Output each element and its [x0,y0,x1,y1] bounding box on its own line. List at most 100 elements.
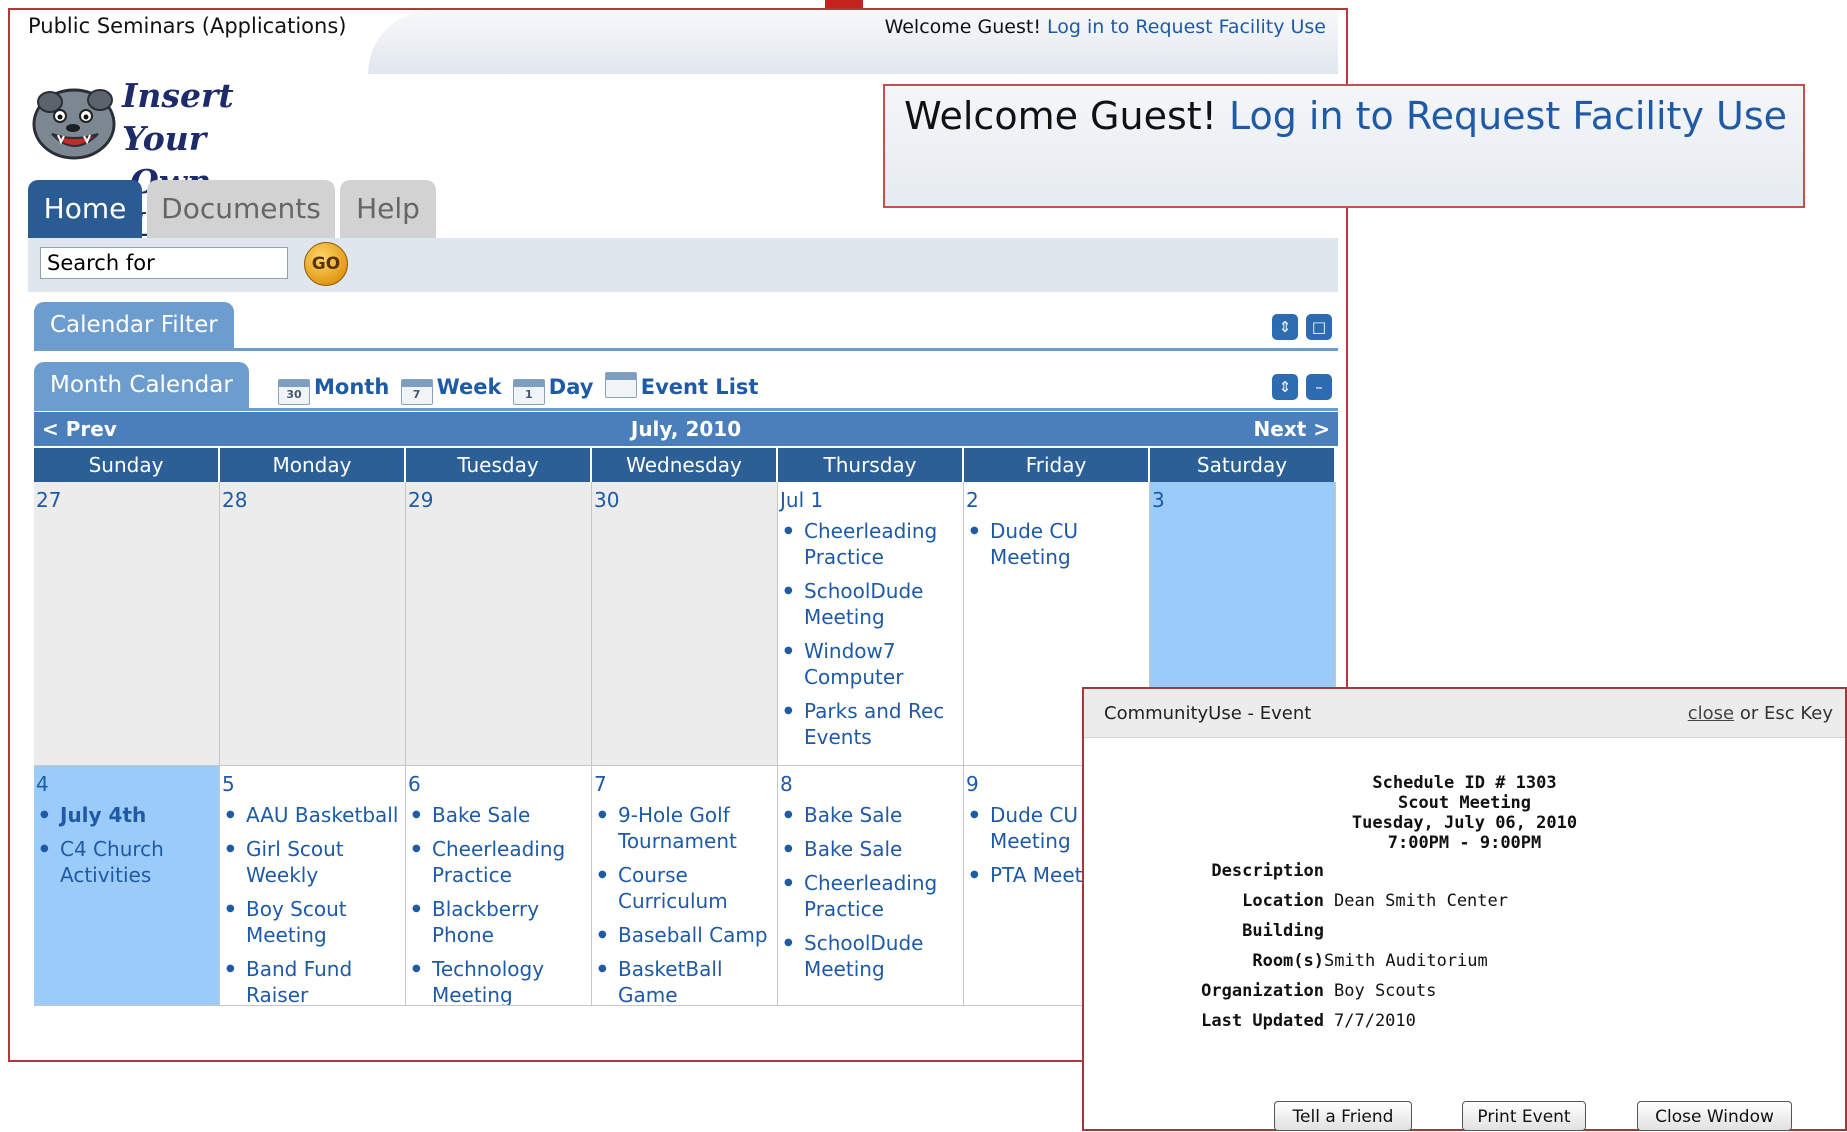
calendar-event-link[interactable]: Cheerleading Practice [780,518,961,570]
calendar-day-cell[interactable]: 29 [406,482,592,766]
day-number[interactable]: 7 [594,772,775,796]
view-day-link[interactable]: 1 Day [512,375,594,405]
calendar-filter-bar: Calendar Filter ⇕ □ [34,302,1338,351]
calendar-event-link[interactable]: 9-Hole Golf Tournament [594,802,775,854]
calendar-event-link[interactable]: Boy Scout Meeting [222,896,403,948]
weekday-friday: Friday [964,448,1150,482]
calendar-event-link[interactable]: SchoolDude Meeting [780,578,961,630]
event-time: 7:00PM - 9:00PM [1387,833,1542,853]
view-month-link[interactable]: 30 Month [278,375,389,405]
month-navigation: < Prev July, 2010 Next > [34,412,1338,446]
detail-row: Last Updated 7/7/2010 [1164,1011,1508,1041]
day-number[interactable]: 28 [222,488,403,512]
event-list: AAU Basketball Girl Scout Weekly Boy Scout… [222,802,403,1005]
welcome-text-large: Welcome Guest! [904,94,1217,138]
view-event-list-label: Event List [640,375,759,399]
print-event-button[interactable]: Print Event [1462,1101,1586,1131]
minimize-icon[interactable]: – [1306,374,1332,400]
calendar-day-cell[interactable]: 4 July 4th C4 Church Activities [34,766,220,1006]
collapse-toggle-icon[interactable]: ⇕ [1272,374,1298,400]
popup-header: CommunityUse - Event close or Esc Key [1084,689,1845,738]
calendar-event-link[interactable]: Band Fund Raiser [222,956,403,1005]
tab-documents[interactable]: Documents [147,180,335,238]
event-date: Tuesday, July 06, 2010 [1351,813,1578,833]
day-number[interactable]: 2 [966,488,1147,512]
calendar-month-icon: 30 [278,379,310,405]
calendar-event-link[interactable]: Bake Sale [408,802,589,828]
maximize-icon[interactable]: □ [1306,314,1332,340]
detail-row: Room(s) Smith Auditorium [1164,951,1508,981]
calendar-event-link[interactable]: Cheerleading Practice [408,836,589,888]
weekday-header: Sunday Monday Tuesday Wednesday Thursday… [34,448,1338,482]
calendar-day-cell[interactable]: 28 [220,482,406,766]
view-links: 30 Month 7 Week 1 Day Event List [278,372,762,405]
day-number[interactable]: 27 [36,488,217,512]
event-list: Cheerleading Practice SchoolDude Meeting W… [780,518,961,750]
day-number[interactable]: 6 [408,772,589,796]
login-link-large[interactable]: Log in to Request Facility Use [1229,94,1787,138]
detail-label: Room(s) [1252,951,1324,971]
calendar-day-cell[interactable]: 5 AAU Basketball Girl Scout Weekly Boy Scou… [220,766,406,1006]
calendar-event-link[interactable]: Parks and Rec Events [780,698,961,750]
calendar-filter-tab[interactable]: Calendar Filter [34,302,234,348]
tell-a-friend-button[interactable]: Tell a Friend [1274,1101,1412,1131]
app-title: Public Seminars (Applications) [28,14,347,38]
day-number[interactable]: 4 [36,772,217,796]
weekday-sunday: Sunday [34,448,220,482]
popup-close-hint: or Esc Key [1734,703,1833,724]
day-number[interactable]: 3 [1152,488,1333,512]
calendar-event-link[interactable]: Girl Scout Weekly [222,836,403,888]
calendar-event-link[interactable]: Technology Meeting [408,956,589,1005]
calendar-event-link[interactable]: Course Curriculum [594,862,775,914]
calendar-event-link[interactable]: Bake Sale [780,836,961,862]
detail-label: Organization [1201,981,1324,1001]
day-number[interactable]: 30 [594,488,775,512]
popup-close-link[interactable]: close [1688,703,1734,724]
login-link[interactable]: Log in to Request Facility Use [1047,16,1326,38]
search-input[interactable] [40,247,288,279]
weekday-monday: Monday [220,448,406,482]
detail-row: Building [1164,921,1508,951]
calendar-event-link[interactable]: Blackberry Phone [408,896,589,948]
calendar-event-link[interactable]: Window7 Computer [780,638,961,690]
calendar-event-link[interactable]: Baseball Camp [594,922,775,948]
tab-home[interactable]: Home [28,180,142,238]
calendar-event-link[interactable]: Dude CU Meeting [966,518,1147,570]
weekday-wednesday: Wednesday [592,448,778,482]
calendar-day-cell[interactable]: 8 Bake Sale Bake Sale Cheerleading Practice… [778,766,964,1006]
day-number[interactable]: 8 [780,772,961,796]
calendar-event-link[interactable]: Cheerleading Practice [780,870,961,922]
calendar-day-cell[interactable]: 7 9-Hole Golf Tournament Course Curriculum… [592,766,778,1006]
close-window-button[interactable]: Close Window [1637,1101,1792,1131]
detail-row: Location Dean Smith Center [1164,891,1508,921]
next-month-link[interactable]: Next > [1254,412,1330,446]
welcome-callout-text: Welcome Guest! Log in to Request Facilit… [904,94,1787,138]
go-button[interactable]: GO [304,242,348,286]
collapse-toggle-icon[interactable]: ⇕ [1272,314,1298,340]
weekday-tuesday: Tuesday [406,448,592,482]
logo: Insert Your Own Logo [28,72,278,244]
calendar-event-link[interactable]: SchoolDude Meeting [780,930,961,982]
day-number[interactable]: Jul 1 [780,488,961,512]
calendar-event-link[interactable]: BasketBall Game [594,956,775,1005]
day-number[interactable]: 29 [408,488,589,512]
calendar-day-cell[interactable]: 27 [34,482,220,766]
calendar-day-cell[interactable]: 30 [592,482,778,766]
calendar-day-cell[interactable]: 6 Bake Sale Cheerleading Practice Blackberr… [406,766,592,1006]
detail-row: Organization Boy Scouts [1164,981,1508,1011]
calendar-event-link[interactable]: AAU Basketball [222,802,403,828]
view-event-list-link[interactable]: Event List [604,372,759,399]
event-popup: CommunityUse - Event close or Esc Key Sc… [1082,687,1847,1131]
calendar-day-cell[interactable]: Jul 1 Cheerleading Practice SchoolDude Mee… [778,482,964,766]
tab-help[interactable]: Help [340,180,436,238]
calendar-event-link[interactable]: Bake Sale [780,802,961,828]
detail-value: Boy Scouts [1334,981,1437,1001]
calendar-event-link[interactable]: C4 Church Activities [36,836,217,888]
view-month-label: Month [314,375,390,399]
view-day-label: Day [548,375,594,399]
welcome-bar: Welcome Guest! Log in to Request Facilit… [885,16,1326,38]
month-calendar-tab[interactable]: Month Calendar [34,362,249,408]
view-week-link[interactable]: 7 Week [400,375,501,405]
day-number[interactable]: 5 [222,772,403,796]
calendar-event-link[interactable]: July 4th [36,802,217,828]
